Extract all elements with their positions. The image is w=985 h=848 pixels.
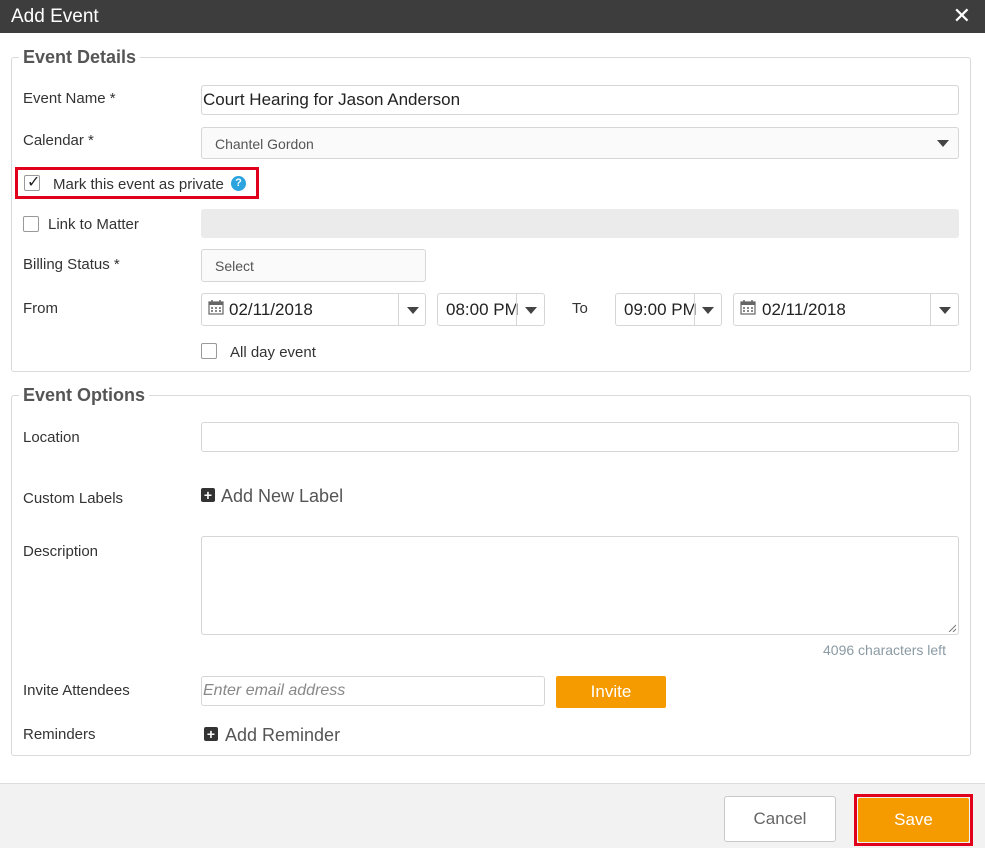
add-reminder-link[interactable]: Add Reminder bbox=[225, 725, 340, 746]
billing-status-label: Billing Status * bbox=[23, 256, 120, 273]
chevron-down-icon[interactable] bbox=[939, 307, 951, 314]
invite-attendees-label: Invite Attendees bbox=[23, 682, 130, 699]
description-label: Description bbox=[23, 543, 99, 560]
invite-email-input[interactable] bbox=[201, 676, 545, 706]
start-time-picker[interactable]: 08:00 PM bbox=[437, 293, 545, 326]
calendar-icon bbox=[740, 300, 756, 315]
check-icon: ✓ bbox=[27, 174, 41, 191]
plus-icon[interactable]: + bbox=[201, 488, 215, 502]
chevron-down-icon[interactable] bbox=[525, 307, 537, 314]
event-name-value: Court Hearing for Jason Anderson bbox=[203, 90, 461, 109]
location-input[interactable] bbox=[201, 422, 959, 452]
calendar-icon bbox=[208, 300, 224, 315]
dialog-titlebar: Add Event ✕ bbox=[0, 0, 985, 33]
calendar-value: Chantel Gordon bbox=[215, 136, 314, 152]
cancel-button[interactable]: Cancel bbox=[724, 796, 836, 842]
all-day-label: All day event bbox=[230, 344, 316, 361]
start-date-value: 02/11/2018 bbox=[229, 300, 313, 319]
private-label: Mark this event as private bbox=[53, 176, 224, 193]
link-matter-label: Link to Matter bbox=[48, 216, 139, 233]
event-name-field[interactable]: Court Hearing for Jason Anderson bbox=[201, 85, 959, 115]
link-matter-checkbox[interactable] bbox=[23, 216, 39, 232]
save-button[interactable]: Save bbox=[858, 798, 969, 842]
plus-icon[interactable]: + bbox=[204, 727, 218, 741]
chevron-down-icon[interactable] bbox=[702, 307, 714, 314]
dialog-title: Add Event bbox=[11, 6, 99, 27]
location-label: Location bbox=[23, 429, 80, 446]
add-new-label-link[interactable]: Add New Label bbox=[221, 486, 343, 507]
matter-field bbox=[201, 209, 959, 238]
description-textarea[interactable] bbox=[201, 536, 959, 635]
start-date-picker[interactable]: 02/11/2018 bbox=[201, 293, 426, 326]
custom-labels-label: Custom Labels bbox=[23, 490, 124, 507]
end-date-value: 02/11/2018 bbox=[762, 300, 846, 319]
all-day-checkbox[interactable] bbox=[201, 343, 217, 359]
private-checkbox[interactable]: ✓ bbox=[24, 174, 41, 191]
event-options-legend: Event Options bbox=[19, 385, 150, 406]
chevron-down-icon[interactable] bbox=[407, 307, 419, 314]
chevron-down-icon bbox=[937, 140, 949, 147]
billing-status-placeholder: Select bbox=[215, 258, 254, 274]
dialog-footer: Cancel Save bbox=[0, 783, 985, 848]
billing-status-select[interactable]: Select bbox=[201, 249, 426, 282]
end-time-value: 09:00 PM bbox=[624, 300, 697, 319]
characters-left-counter: 4096 characters left bbox=[823, 642, 946, 658]
from-label: From bbox=[23, 300, 58, 317]
close-icon[interactable]: ✕ bbox=[953, 4, 971, 28]
end-date-picker[interactable]: 02/11/2018 bbox=[733, 293, 959, 326]
start-time-value: 08:00 PM bbox=[446, 300, 519, 319]
event-details-legend: Event Details bbox=[19, 47, 141, 68]
reminders-label: Reminders bbox=[23, 726, 96, 743]
event-name-label: Event Name * bbox=[23, 90, 116, 107]
to-label: To bbox=[572, 300, 588, 317]
invite-button[interactable]: Invite bbox=[556, 676, 666, 708]
help-icon[interactable]: ? bbox=[231, 176, 246, 191]
resize-grip-icon[interactable] bbox=[948, 624, 956, 632]
end-time-picker[interactable]: 09:00 PM bbox=[615, 293, 722, 326]
calendar-select[interactable]: Chantel Gordon bbox=[201, 127, 959, 159]
calendar-label: Calendar * bbox=[23, 132, 94, 149]
